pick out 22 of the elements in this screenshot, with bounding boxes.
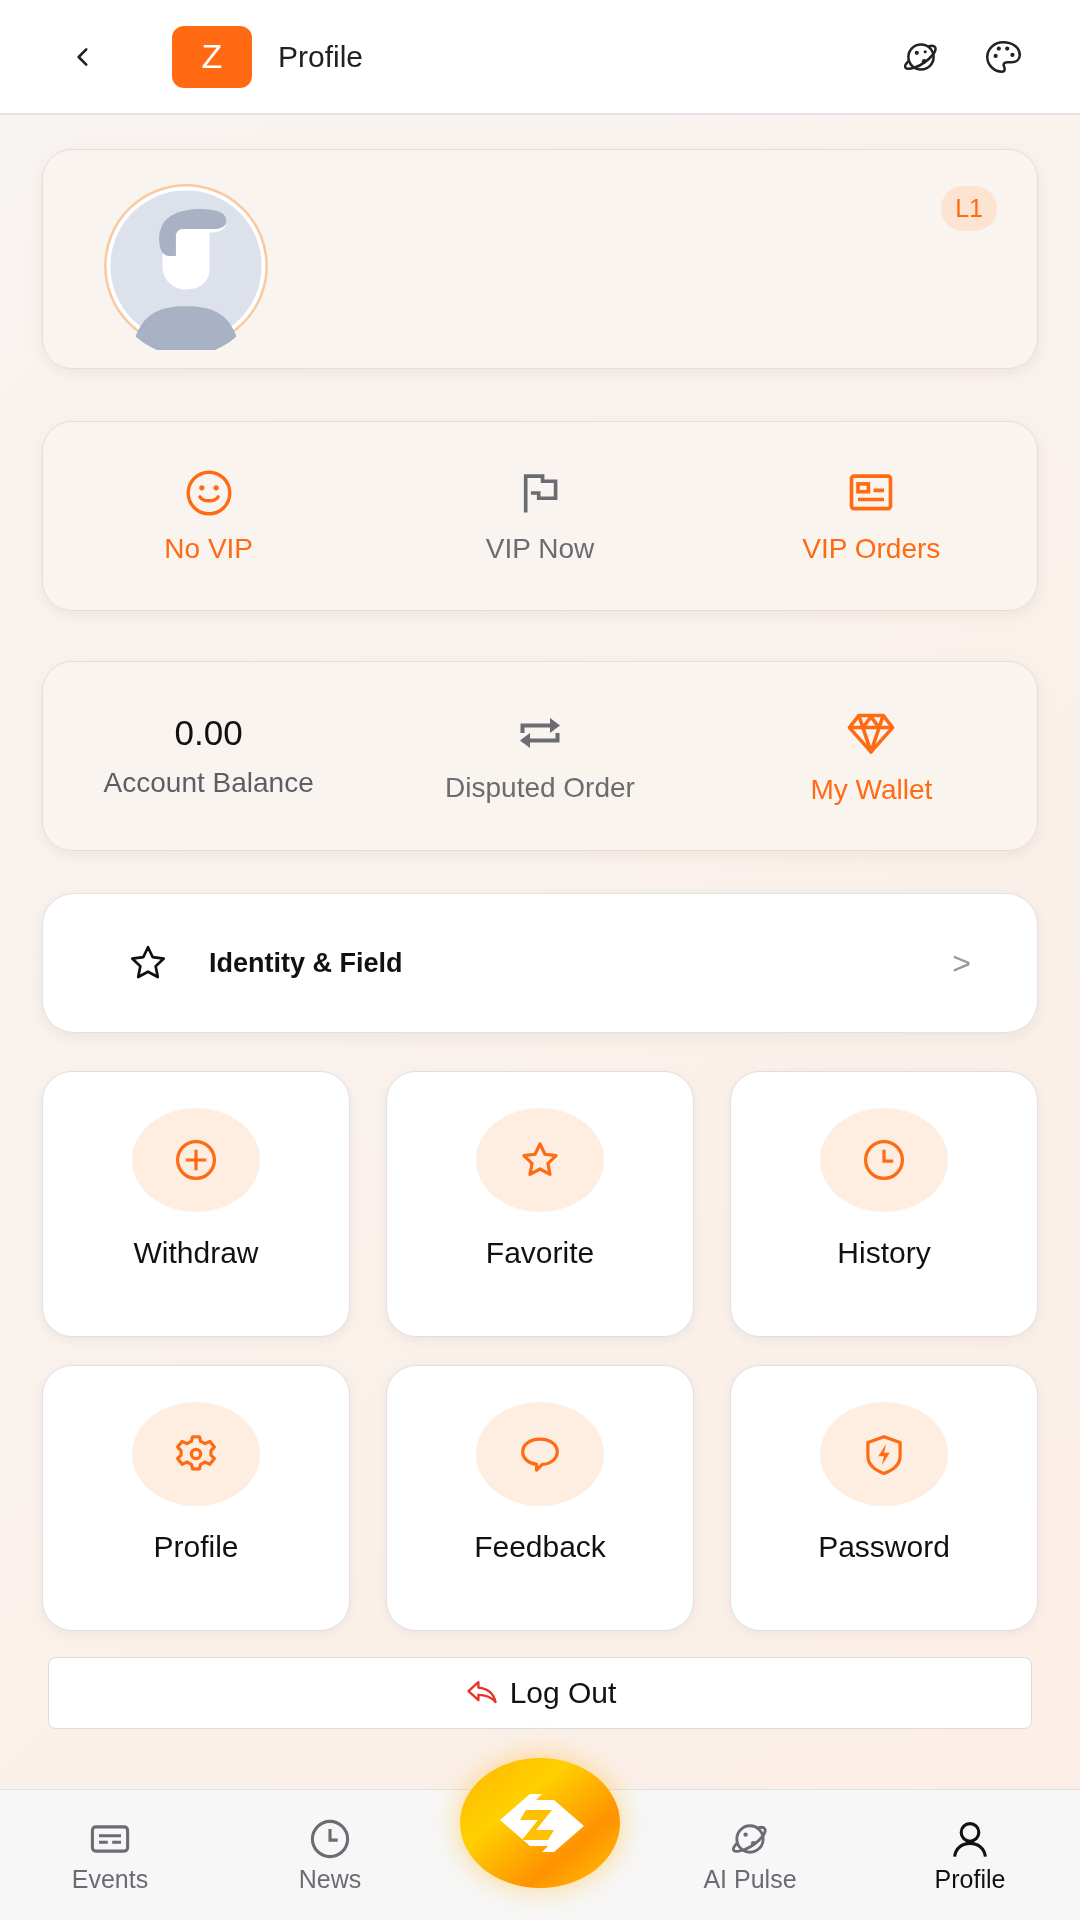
page-title: Profile [278,39,364,74]
level-badge: L1 [941,186,997,231]
clock-icon [861,1137,907,1183]
plus-circle-icon [173,1137,219,1183]
nav-tab[interactable]: AI Pulse [640,1790,860,1920]
menu-tile[interactable]: Withdraw [42,1071,350,1337]
logout-button[interactable]: Log Out [48,1657,1032,1729]
balance-value: 0.00 [174,713,243,753]
nav-tab[interactable]: News [220,1790,440,1920]
balance-label: Account Balance [103,767,314,799]
menu-tile[interactable]: Favorite [386,1071,694,1337]
identity-row[interactable]: Identity & Field > [42,893,1038,1033]
menu-tile[interactable]: Feedback [386,1365,694,1631]
nav-tab[interactable]: Events [0,1790,220,1920]
vip-label[interactable]: VIP Now [485,533,595,565]
menu-tile[interactable]: Profile [42,1365,350,1631]
menu-tile[interactable]: Password [730,1365,1038,1631]
menu-tile[interactable]: History [730,1071,1038,1337]
app-logo: Z [172,25,252,88]
account-link[interactable]: Disputed Order [445,772,635,804]
nav-tab[interactable]: Profile [860,1790,1080,1920]
chevron-icon: > [952,944,971,982]
